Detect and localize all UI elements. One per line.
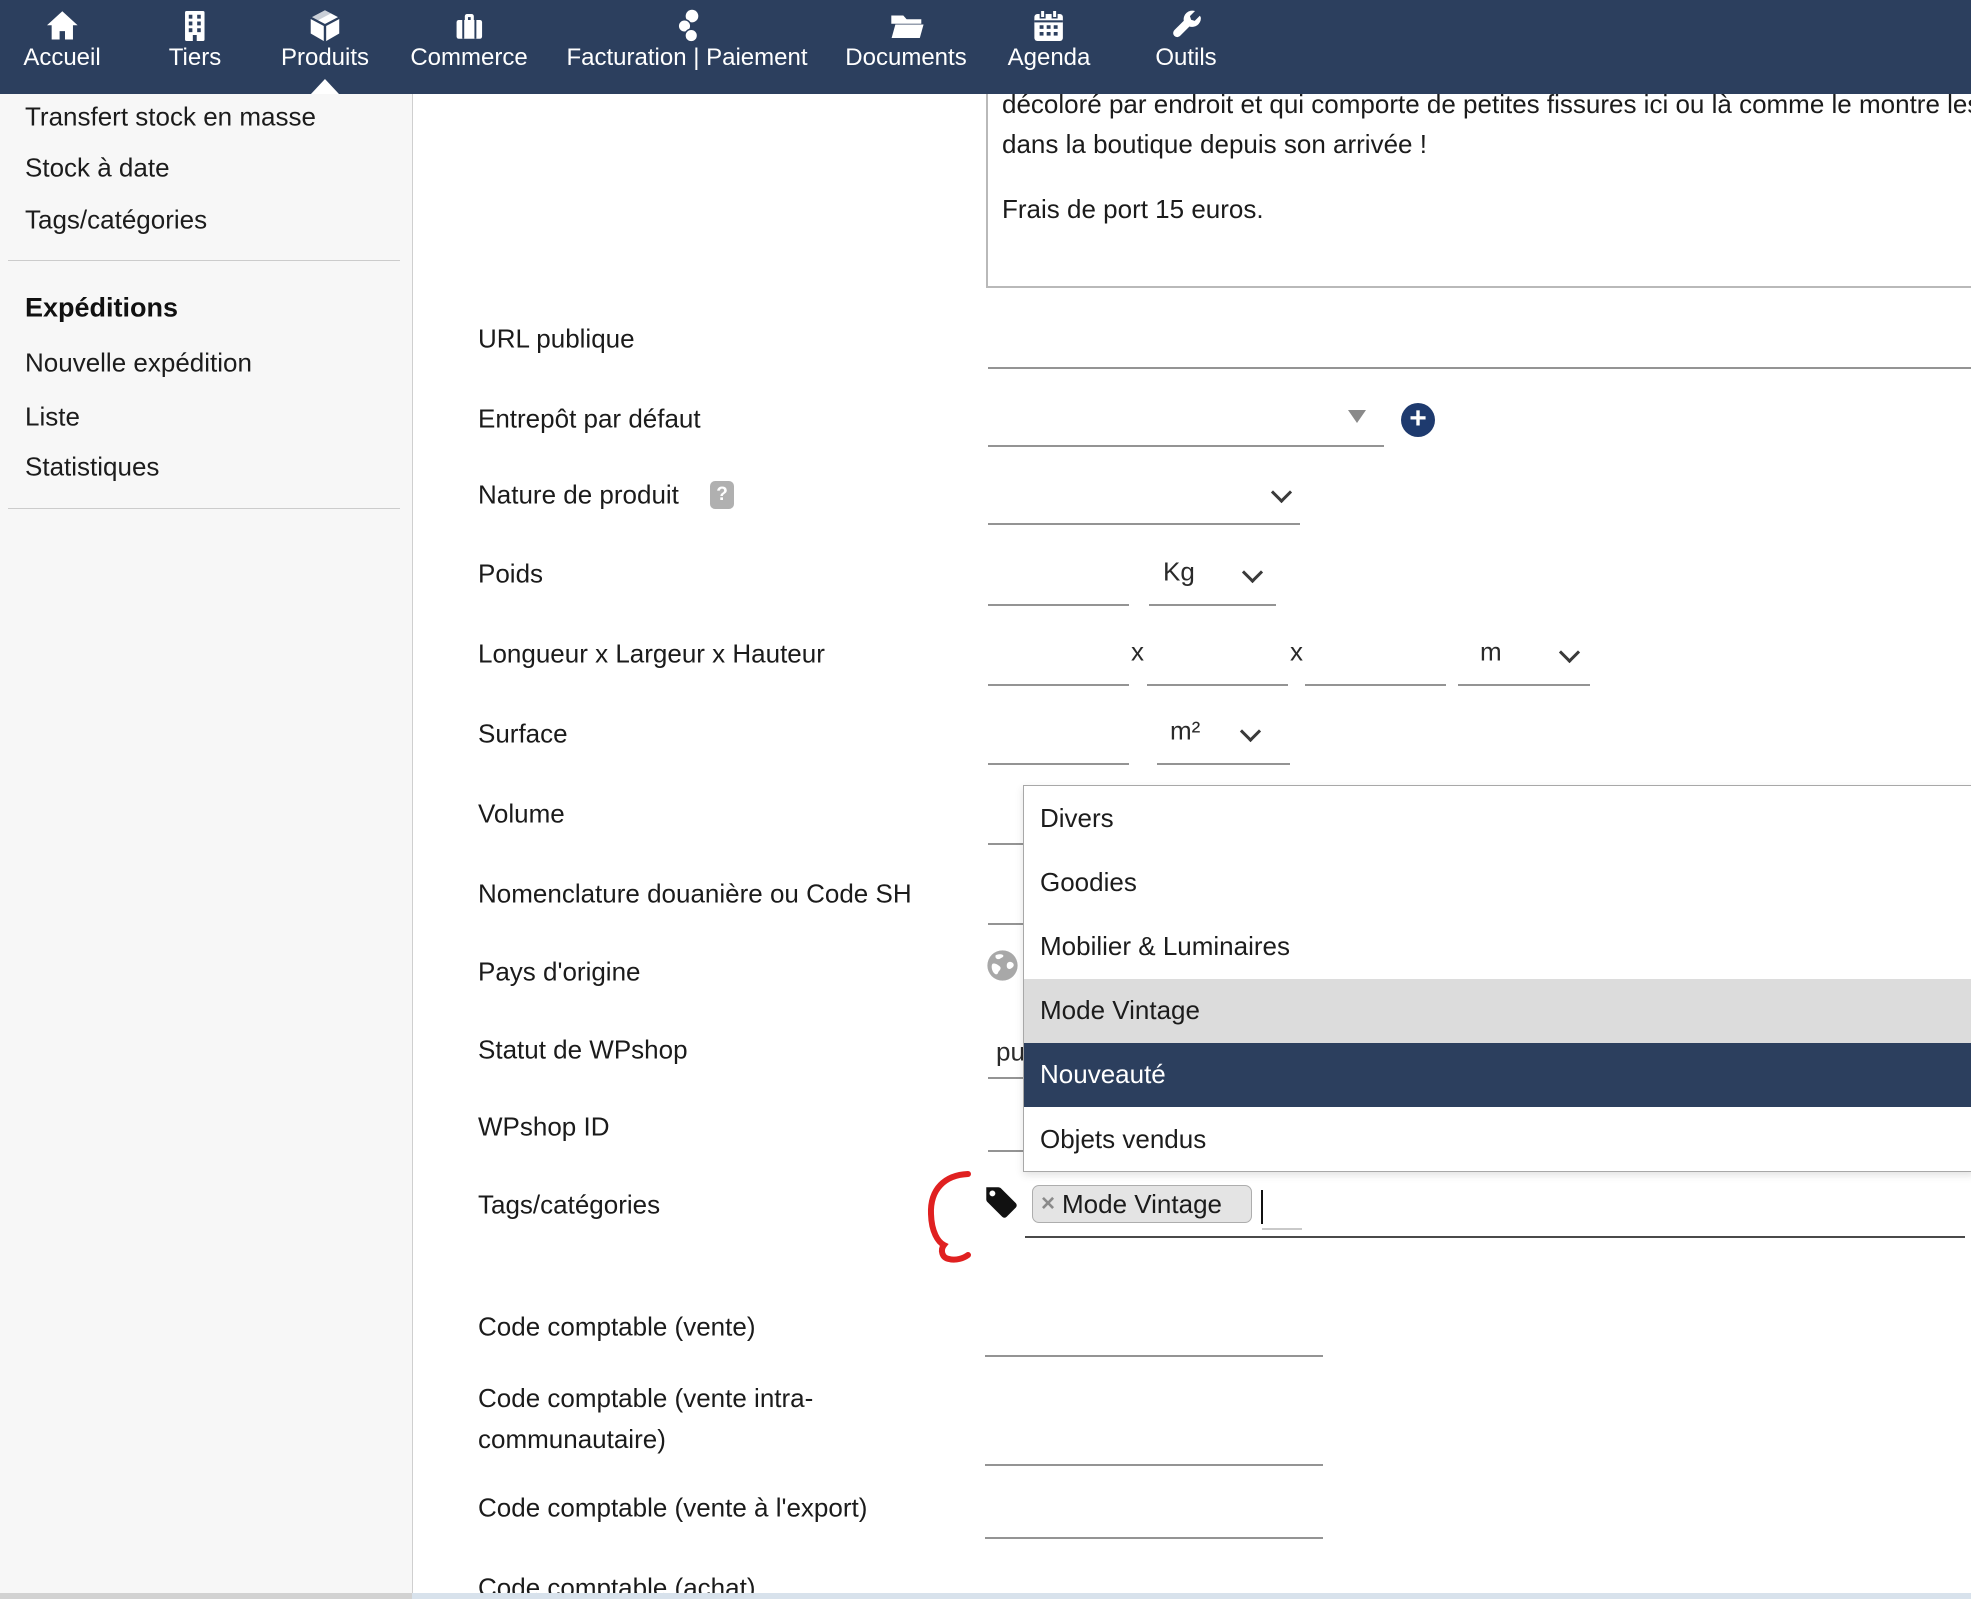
nature-select[interactable] bbox=[988, 523, 1300, 525]
cc-intra-input[interactable] bbox=[985, 1464, 1323, 1466]
field-label-wpshop-id: WPshop ID bbox=[478, 1112, 610, 1143]
dropdown-option-nouveaute[interactable]: Nouveauté bbox=[1024, 1043, 1971, 1107]
help-icon[interactable]: ? bbox=[710, 481, 734, 509]
tags-input-underline[interactable] bbox=[1025, 1236, 1965, 1238]
field-label-cc-vente: Code comptable (vente) bbox=[478, 1312, 755, 1343]
left-sidebar: Transfert stock en masse Stock à date Ta… bbox=[0, 94, 413, 1599]
field-label-surface: Surface bbox=[478, 719, 568, 750]
sidebar-item-nouvelle-expedition[interactable]: Nouvelle expédition bbox=[25, 348, 252, 379]
field-label-pays: Pays d'origine bbox=[478, 957, 641, 988]
surface-unit-value: m² bbox=[1170, 716, 1200, 747]
dropdown-option-mode-vintage[interactable]: Mode Vintage bbox=[1024, 979, 1971, 1043]
field-label-dimensions: Longueur x Largeur x Hauteur bbox=[478, 639, 825, 670]
sidebar-heading-expeditions: Expéditions bbox=[25, 293, 178, 324]
hauteur-input[interactable] bbox=[1305, 684, 1446, 686]
field-label-url-publique: URL publique bbox=[478, 324, 635, 355]
folder-open-icon bbox=[888, 8, 924, 44]
bottom-strip-main bbox=[412, 1593, 1971, 1599]
tag-icon bbox=[983, 1184, 1018, 1219]
field-label-cc-intra: Code comptable (vente intra-communautair… bbox=[478, 1378, 868, 1460]
field-label-nomenclature: Nomenclature douanière ou Code SH bbox=[478, 879, 912, 910]
globe-icon bbox=[986, 949, 1019, 982]
dropdown-option-objets-vendus[interactable]: Objets vendus bbox=[1024, 1107, 1971, 1171]
cc-export-input[interactable] bbox=[985, 1537, 1323, 1539]
nav-item-outils[interactable]: Outils bbox=[1155, 0, 1216, 94]
dimensions-unit-select[interactable] bbox=[1458, 684, 1590, 686]
largeur-input[interactable] bbox=[1147, 684, 1288, 686]
poids-unit-value: Kg bbox=[1163, 557, 1195, 588]
field-label-tags-categories: Tags/catégories bbox=[478, 1190, 660, 1221]
field-label-cc-export: Code comptable (vente à l'export) bbox=[478, 1493, 867, 1524]
poids-unit-select[interactable] bbox=[1149, 604, 1276, 606]
statut-wpshop-value[interactable]: pu bbox=[996, 1037, 1025, 1068]
cube-icon bbox=[307, 8, 343, 44]
home-icon bbox=[44, 8, 80, 44]
add-warehouse-button[interactable]: + bbox=[1401, 403, 1435, 437]
calendar-icon bbox=[1031, 8, 1067, 44]
dimension-separator: x bbox=[1290, 637, 1303, 668]
dimension-separator: x bbox=[1131, 637, 1144, 668]
top-navbar: Accueil Tiers Produits bbox=[0, 0, 1971, 94]
field-label-entrepot: Entrepôt par défaut bbox=[478, 404, 701, 435]
cc-vente-input[interactable] bbox=[985, 1355, 1323, 1357]
bottom-strip-sidebar bbox=[0, 1593, 412, 1599]
text-cursor bbox=[1261, 1190, 1263, 1224]
url-publique-input[interactable] bbox=[988, 367, 1971, 369]
chevron-down-icon[interactable] bbox=[1560, 644, 1578, 662]
field-label-volume: Volume bbox=[478, 799, 565, 830]
description-line: dans la boutique depuis son arrivée ! bbox=[1002, 124, 1971, 164]
dropdown-option-goodies[interactable]: Goodies bbox=[1024, 850, 1971, 914]
entrepot-select[interactable] bbox=[988, 445, 1384, 447]
poids-input[interactable] bbox=[988, 604, 1129, 606]
longueur-input[interactable] bbox=[988, 684, 1129, 686]
field-label-statut-wpshop: Statut de WPshop bbox=[478, 1035, 688, 1066]
chevron-down-icon[interactable] bbox=[1241, 723, 1259, 741]
dropdown-arrow-icon[interactable] bbox=[1348, 410, 1366, 423]
tags-search-input[interactable] bbox=[1262, 1228, 1302, 1230]
dolibarr-product-page: décoloré par endroit et qui comporte de … bbox=[0, 0, 1971, 1599]
nav-item-accueil[interactable]: Accueil bbox=[23, 0, 100, 94]
sidebar-item-statistiques[interactable]: Statistiques bbox=[25, 452, 159, 483]
nav-item-facturation[interactable]: Facturation | Paiement bbox=[566, 0, 807, 94]
tags-dropdown-list: Divers Goodies Mobilier & Luminaires Mod… bbox=[1023, 785, 1971, 1172]
sidebar-item-tags-categories[interactable]: Tags/catégories bbox=[25, 205, 207, 236]
surface-input[interactable] bbox=[988, 763, 1129, 765]
suitcase-icon bbox=[451, 8, 487, 44]
chip-label: Mode Vintage bbox=[1062, 1189, 1222, 1220]
nav-item-produits[interactable]: Produits bbox=[281, 0, 369, 94]
coins-icon bbox=[669, 8, 705, 44]
dropdown-option-divers[interactable]: Divers bbox=[1024, 786, 1971, 850]
sidebar-divider bbox=[8, 260, 400, 261]
sidebar-divider bbox=[8, 508, 400, 509]
nav-item-tiers[interactable]: Tiers bbox=[169, 0, 221, 94]
chevron-down-icon[interactable] bbox=[1243, 564, 1261, 582]
sidebar-item-transfert-stock[interactable]: Transfert stock en masse bbox=[25, 102, 316, 133]
field-label-poids: Poids bbox=[478, 559, 543, 590]
active-tab-caret bbox=[311, 79, 339, 94]
field-label-nature: Nature de produit bbox=[478, 480, 679, 511]
building-icon bbox=[177, 8, 213, 44]
surface-unit-select[interactable] bbox=[1157, 763, 1290, 765]
red-annotation-bracket bbox=[915, 1162, 985, 1272]
nav-item-agenda[interactable]: Agenda bbox=[1008, 0, 1091, 94]
nav-item-documents[interactable]: Documents bbox=[845, 0, 966, 94]
wrench-icon bbox=[1168, 8, 1204, 44]
nav-item-commerce[interactable]: Commerce bbox=[410, 0, 527, 94]
dimensions-unit-value: m bbox=[1480, 637, 1502, 668]
dropdown-option-mobilier[interactable]: Mobilier & Luminaires bbox=[1024, 914, 1971, 978]
chevron-down-icon[interactable] bbox=[1272, 484, 1290, 502]
sidebar-item-stock-a-date[interactable]: Stock à date bbox=[25, 153, 170, 184]
tag-chip-mode-vintage[interactable]: × Mode Vintage bbox=[1032, 1185, 1252, 1223]
chip-remove-icon[interactable]: × bbox=[1041, 1190, 1055, 1218]
sidebar-item-liste[interactable]: Liste bbox=[25, 402, 80, 433]
description-line: Frais de port 15 euros. bbox=[1002, 164, 1971, 229]
